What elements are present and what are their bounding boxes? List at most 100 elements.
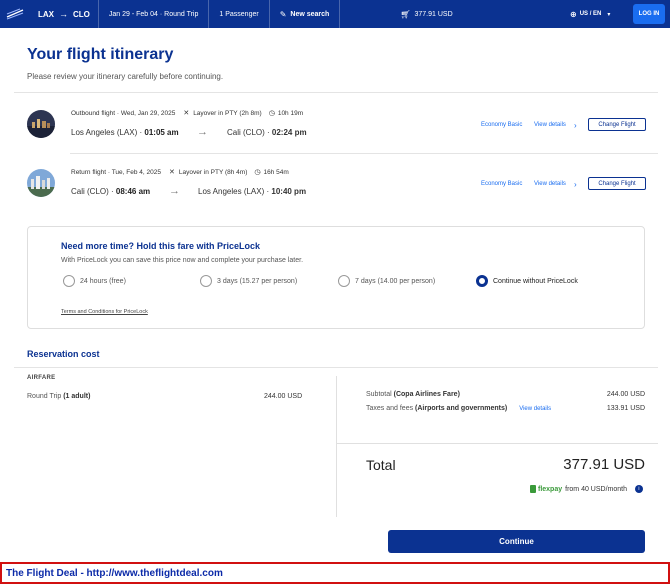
option-label: 7 days (14.00 per person): [355, 277, 436, 285]
change-flight-button[interactable]: Change Flight: [588, 118, 646, 131]
flexpay-text: from 40 USD/month: [565, 485, 627, 493]
arrival-time: 02:24 pm: [271, 128, 307, 137]
taxes-value: 133.91 USD: [606, 405, 645, 412]
clock-icon: ◷: [268, 110, 275, 117]
option-label: 3 days (15.27 per person): [217, 277, 298, 285]
departure-time: 08:46 am: [115, 187, 151, 196]
arrival-info: Cali (CLO) · 02:24 pm: [227, 128, 307, 137]
divider: [70, 153, 658, 154]
view-details-link[interactable]: View details: [534, 122, 566, 128]
pricelock-option-24h[interactable]: 24 hours (free): [63, 275, 126, 287]
departure-info: Los Angeles (LAX) · 01:05 am: [71, 128, 179, 137]
cali-photo: [27, 169, 55, 197]
vertical-divider: [336, 376, 337, 517]
pricelock-option-3days[interactable]: 3 days (15.27 per person): [200, 275, 297, 287]
round-trip-qty: (1 adult): [63, 393, 91, 400]
info-icon[interactable]: i: [634, 485, 643, 493]
radio-button[interactable]: [200, 275, 212, 287]
layover-icon: ✕: [168, 169, 175, 176]
layover-text: Layover in PTY (8h 4m): [178, 168, 248, 176]
airfare-heading: AIRFARE: [27, 375, 56, 381]
radio-button-selected[interactable]: [476, 275, 488, 287]
change-flight-button[interactable]: Change Flight: [588, 177, 646, 190]
flexpay-logo-icon: [530, 485, 536, 493]
subtotal-value: 244.00 USD: [606, 391, 645, 398]
pricelock-option-7days[interactable]: 7 days (14.00 per person): [338, 275, 435, 287]
departure-city: Los Angeles (LAX) ·: [71, 128, 145, 137]
arrival-city: Cali (CLO) ·: [227, 128, 272, 137]
option-label: Continue without PriceLock: [493, 277, 578, 285]
subtotal-note: (Copa Airlines Fare): [393, 391, 460, 398]
destination-code: CLO: [73, 9, 90, 19]
arrow-right-icon: →: [59, 9, 68, 19]
departure-time: 01:05 am: [144, 128, 179, 137]
chevron-right-icon[interactable]: ›: [574, 121, 577, 130]
divider: [14, 92, 658, 93]
subtotal-label: Subtotal: [366, 391, 392, 398]
route-summary[interactable]: LAX → CLO: [30, 0, 99, 28]
pencil-icon: ✎: [279, 9, 287, 19]
clock-icon: ◷: [254, 169, 261, 176]
globe-icon: ⊕: [570, 9, 577, 19]
new-search-label: New search: [290, 10, 330, 18]
locale-selector[interactable]: ⊕ US / EN ▾: [570, 0, 610, 28]
round-trip-text: Round Trip: [27, 393, 62, 400]
banner-text[interactable]: The Flight Deal - http://www.theflightde…: [6, 568, 223, 579]
flight-label: Return flight · Tue, Feb 4, 2025: [71, 168, 161, 176]
pricelock-option-none[interactable]: Continue without PriceLock: [476, 275, 578, 287]
passenger-count[interactable]: 1 Passenger: [209, 0, 270, 28]
taxes-note: (Airports and governments): [415, 405, 508, 412]
origin-code: LAX: [38, 9, 54, 19]
flexpay-offer[interactable]: flexpay from 40 USD/month i: [530, 485, 643, 493]
pricelock-title: Need more time? Hold this fare with Pric…: [61, 241, 261, 251]
flexpay-brand: flexpay: [538, 485, 563, 493]
layover-text: Layover in PTY (2h 8m): [193, 109, 262, 117]
total-value: 377.91 USD: [563, 456, 645, 473]
cart-summary[interactable]: 🛒︎ 377.91 USD: [400, 10, 452, 19]
arrival-info: Los Angeles (LAX) · 10:40 pm: [198, 187, 306, 196]
taxes-view-details-link[interactable]: View details: [519, 406, 551, 412]
radio-button[interactable]: [338, 275, 350, 287]
flight-deal-banner: The Flight Deal - http://www.theflightde…: [0, 562, 670, 584]
flight-label: Outbound flight · Wed, Jan 29, 2025: [71, 109, 176, 117]
subtotal-row: Subtotal (Copa Airlines Fare): [366, 391, 460, 398]
trip-dates[interactable]: Jan 29 - Feb 04 · Round Trip: [99, 0, 210, 28]
pricelock-panel: Need more time? Hold this fare with Pric…: [27, 226, 645, 329]
taxes-row: Taxes and fees (Airports and governments…: [366, 405, 551, 412]
duration-text: 16h 54m: [263, 168, 289, 176]
departure-city: Cali (CLO) ·: [71, 187, 116, 196]
arrival-city: Los Angeles (LAX) ·: [198, 187, 272, 196]
taxes-label: Taxes and fees: [366, 405, 414, 412]
cart-total: 377.91 USD: [414, 10, 453, 18]
total-label: Total: [366, 457, 396, 473]
chevron-right-icon[interactable]: ›: [574, 180, 577, 189]
fare-class-link[interactable]: Economy Basic: [481, 122, 522, 128]
new-search-button[interactable]: ✎ New search: [270, 0, 341, 28]
option-label: 24 hours (free): [80, 277, 126, 285]
view-details-link[interactable]: View details: [534, 181, 566, 187]
pricelock-description: With PriceLock you can save this price n…: [61, 257, 304, 264]
return-flight-card: Return flight · Tue, Feb 4, 2025 ✕ Layov…: [27, 165, 647, 215]
pricelock-terms-link[interactable]: Terms and Conditions for PriceLock: [61, 309, 148, 315]
page-title: Your flight itinerary: [27, 46, 174, 63]
divider: [336, 443, 658, 444]
reservation-cost-title: Reservation cost: [27, 349, 100, 359]
duration-text: 10h 19m: [277, 109, 304, 117]
flight-meta: Outbound flight · Wed, Jan 29, 2025 ✕ La…: [71, 109, 304, 118]
departure-info: Cali (CLO) · 08:46 am: [71, 187, 150, 196]
flight-meta: Return flight · Tue, Feb 4, 2025 ✕ Layov…: [71, 168, 289, 177]
copa-logo-icon[interactable]: [0, 0, 30, 28]
cart-icon: 🛒︎: [400, 9, 411, 19]
outbound-flight-card: Outbound flight · Wed, Jan 29, 2025 ✕ La…: [27, 106, 647, 156]
caret-down-icon: ▾: [607, 11, 611, 18]
round-trip-label: Round Trip (1 adult): [27, 393, 90, 400]
fare-class-link[interactable]: Economy Basic: [481, 181, 522, 187]
round-trip-price: 244.00 USD: [264, 393, 303, 400]
layover-icon: ✕: [183, 110, 190, 117]
arrow-right-icon: →: [197, 126, 208, 138]
continue-button[interactable]: Continue: [388, 530, 645, 553]
locale-label: US / EN: [579, 11, 602, 17]
login-button[interactable]: LOG IN: [633, 4, 665, 24]
radio-button[interactable]: [63, 275, 75, 287]
los-angeles-photo: [27, 110, 55, 138]
